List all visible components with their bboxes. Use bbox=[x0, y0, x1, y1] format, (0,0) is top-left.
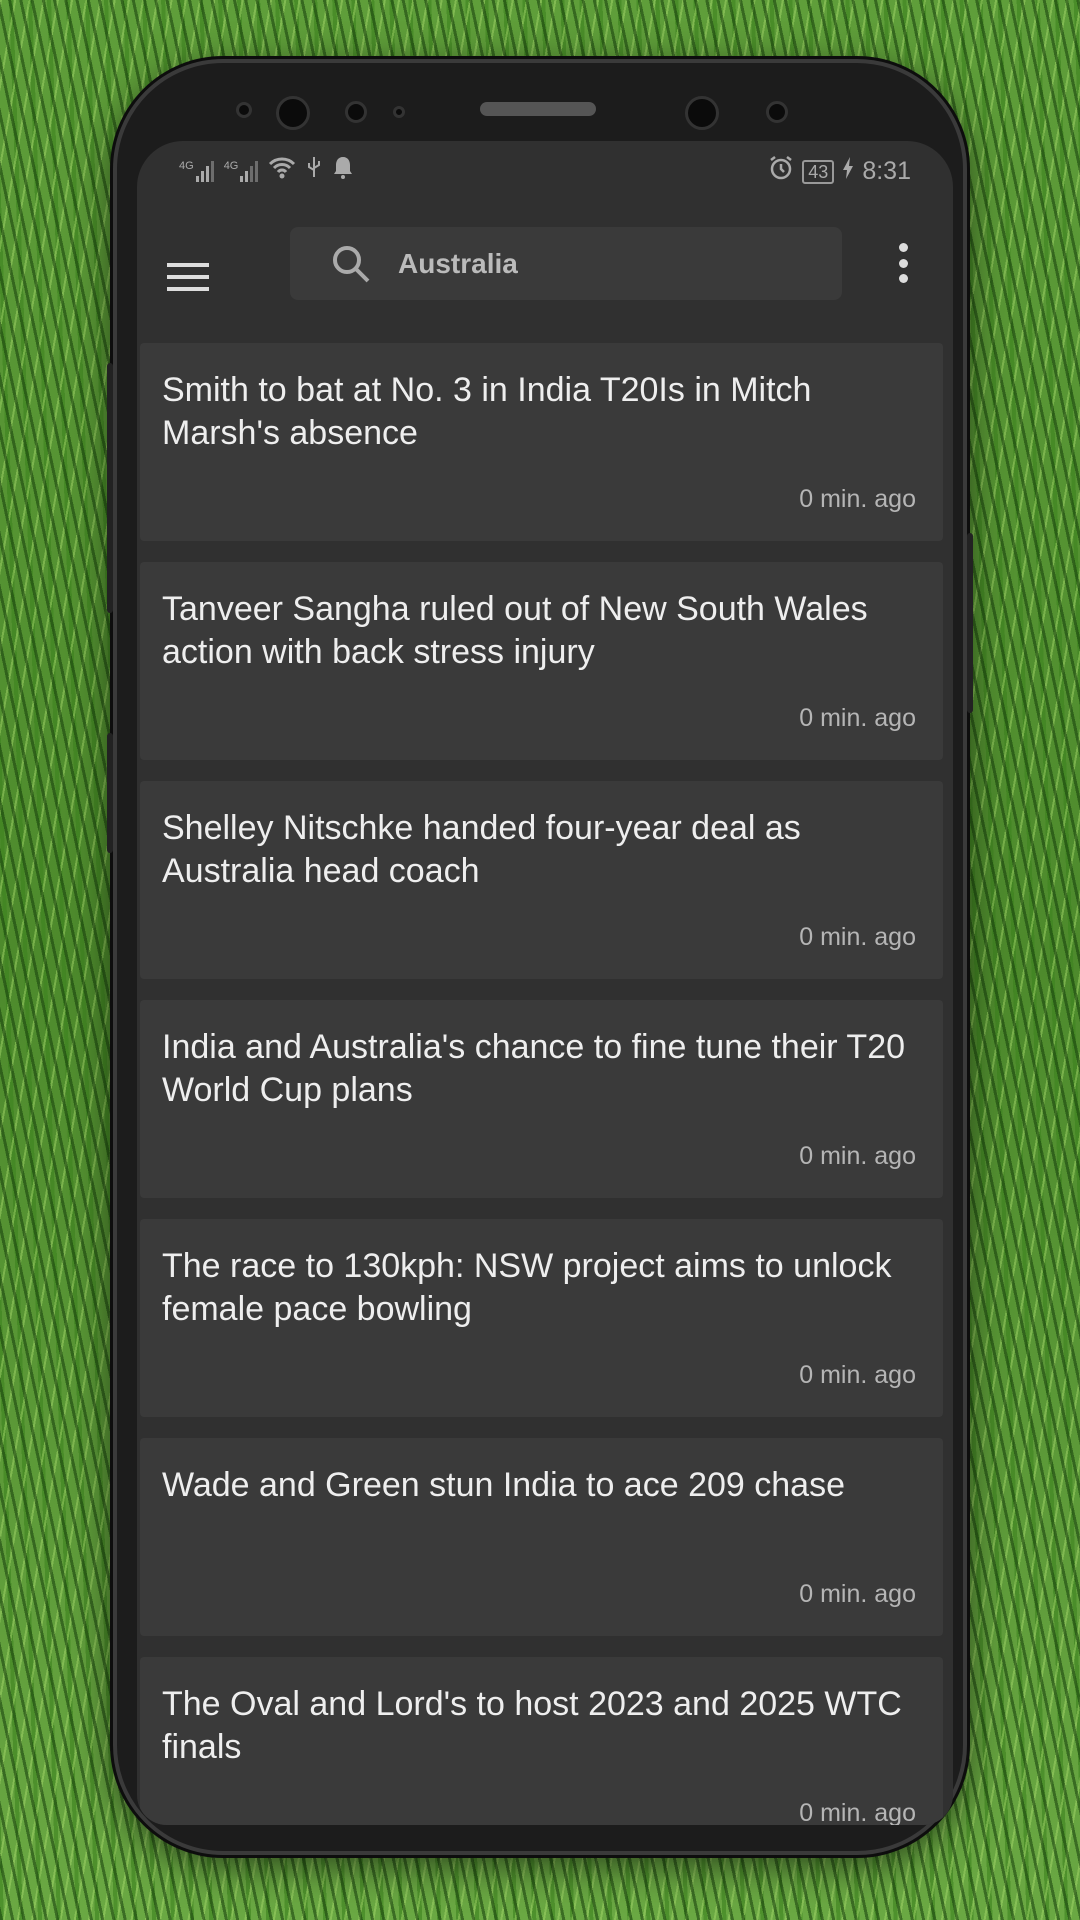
battery-indicator: 43 bbox=[802, 159, 835, 184]
article-title: Shelley Nitschke handed four-year deal a… bbox=[162, 809, 801, 890]
article-time: 0 min. ago bbox=[799, 704, 916, 732]
article-time: 0 min. ago bbox=[799, 1580, 916, 1608]
power-button bbox=[967, 533, 973, 713]
more-options-icon[interactable] bbox=[897, 243, 909, 283]
clock-time: 8:31 bbox=[862, 157, 911, 185]
article-time: 0 min. ago bbox=[799, 923, 916, 951]
wifi-icon bbox=[268, 155, 296, 186]
bixby-button bbox=[107, 733, 113, 853]
article-card[interactable]: Wade and Green stun India to ace 209 cha… bbox=[140, 1438, 943, 1636]
search-bar[interactable] bbox=[290, 227, 842, 300]
4g-signal-icon: 4G bbox=[179, 160, 214, 182]
iris-camera-icon bbox=[276, 96, 310, 130]
usb-icon bbox=[306, 155, 322, 186]
article-card[interactable]: The Oval and Lord's to host 2023 and 202… bbox=[140, 1657, 943, 1825]
screen: 4G 4G 43 8:31 Smith to bat at No. 3 in I… bbox=[137, 141, 953, 1825]
search-input[interactable] bbox=[398, 247, 798, 280]
article-title: The race to 130kph: NSW project aims to … bbox=[162, 1247, 892, 1328]
speaker-grille bbox=[480, 102, 596, 116]
article-time: 0 min. ago bbox=[799, 1361, 916, 1389]
article-time: 0 min. ago bbox=[799, 1799, 916, 1825]
search-icon bbox=[333, 245, 370, 282]
article-card[interactable]: Shelley Nitschke handed four-year deal a… bbox=[140, 781, 943, 979]
charging-icon bbox=[842, 157, 854, 186]
front-camera-icon bbox=[685, 96, 719, 130]
bell-icon bbox=[332, 155, 354, 186]
article-card[interactable]: Smith to bat at No. 3 in India T20Is in … bbox=[140, 343, 943, 541]
sensor-icon bbox=[236, 102, 252, 118]
alarm-icon bbox=[768, 155, 794, 188]
sensor-icon bbox=[766, 101, 788, 123]
volume-button bbox=[107, 363, 113, 613]
article-title: Tanveer Sangha ruled out of New South Wa… bbox=[162, 590, 868, 671]
menu-icon[interactable] bbox=[167, 263, 209, 291]
status-bar: 4G 4G 43 8:31 bbox=[137, 155, 953, 191]
article-time: 0 min. ago bbox=[799, 1142, 916, 1170]
sensor-icon bbox=[345, 101, 367, 123]
article-title: Smith to bat at No. 3 in India T20Is in … bbox=[162, 371, 812, 452]
article-card[interactable]: India and Australia's chance to fine tun… bbox=[140, 1000, 943, 1198]
article-card[interactable]: Tanveer Sangha ruled out of New South Wa… bbox=[140, 562, 943, 760]
article-title: India and Australia's chance to fine tun… bbox=[162, 1028, 906, 1109]
4g-signal-icon: 4G bbox=[224, 160, 259, 182]
article-title: The Oval and Lord's to host 2023 and 202… bbox=[162, 1685, 902, 1766]
toolbar bbox=[137, 227, 953, 327]
article-card[interactable]: The race to 130kph: NSW project aims to … bbox=[140, 1219, 943, 1417]
article-time: 0 min. ago bbox=[799, 485, 916, 513]
sensor-icon bbox=[393, 106, 405, 118]
article-title: Wade and Green stun India to ace 209 cha… bbox=[162, 1466, 845, 1504]
